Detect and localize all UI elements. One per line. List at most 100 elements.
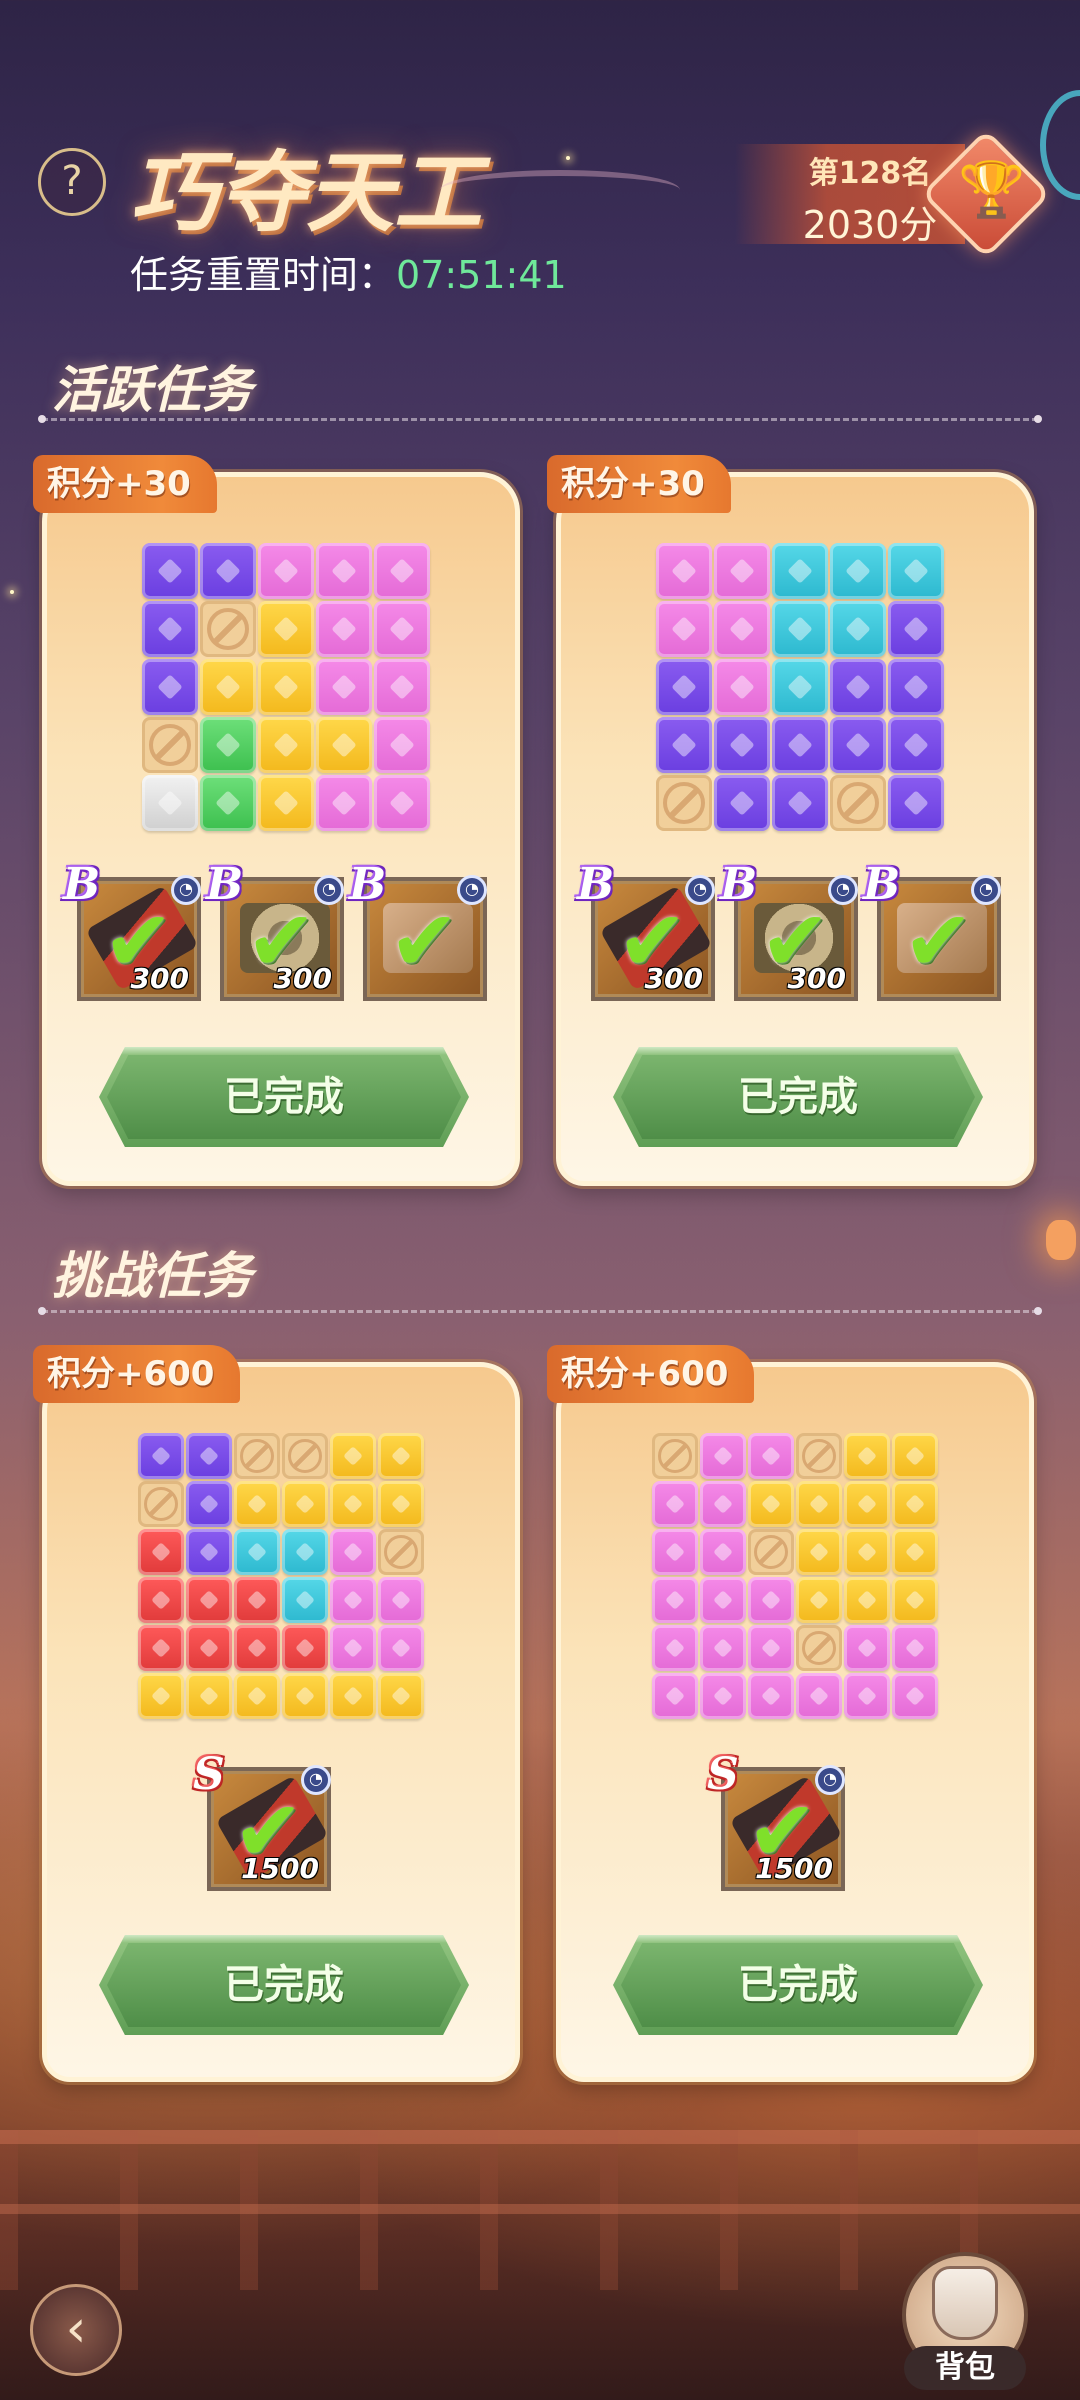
gem-cell-pink [656, 601, 712, 657]
gem-cell-purple [656, 717, 712, 773]
completed-button[interactable]: 已完成 [99, 1047, 469, 1147]
reward-item[interactable]: ✔ 300 ◔ B [577, 859, 715, 1001]
sparkle [10, 590, 14, 594]
back-button[interactable]: ‹ [30, 2284, 122, 2376]
reward-item[interactable]: ✔ 1500 ◔ S [193, 1749, 331, 1891]
reward-item[interactable]: ✔ ◔ B [863, 859, 1001, 1001]
clock-icon: ◔ [457, 875, 487, 905]
grade-badge: B [577, 859, 615, 910]
gem-cell-purple [714, 775, 770, 831]
gem-cell-cyan [772, 659, 828, 715]
gem-cell-pink [700, 1673, 746, 1719]
gem-cell-yellow [844, 1481, 890, 1527]
reward-qty: 300 [644, 962, 703, 995]
gem-cell-purple [656, 659, 712, 715]
sparkle [566, 156, 570, 160]
reward-item[interactable]: ✔ 1500 ◔ S [707, 1749, 845, 1891]
gem-cell-purple [772, 775, 828, 831]
gem-cell-pink [374, 601, 430, 657]
gem-cell-purple [888, 717, 944, 773]
completed-button[interactable]: 已完成 [613, 1047, 983, 1147]
gem-cell-pink [316, 659, 372, 715]
reward-item[interactable]: ✔ 300 ◔ B [720, 859, 858, 1001]
completed-button[interactable]: 已完成 [613, 1935, 983, 2035]
score-badge: 积分+30 [547, 455, 731, 513]
gem-cell-yellow [258, 659, 314, 715]
gem-cell-yellow [844, 1577, 890, 1623]
reward-item[interactable]: ✔ 300 ◔ B [63, 859, 201, 1001]
reward-item[interactable]: ✔ 300 ◔ B [206, 859, 344, 1001]
back-arrow-icon: ‹ [65, 2299, 87, 2359]
title-swoosh [440, 170, 680, 210]
gem-cell-purple [200, 543, 256, 599]
gem-cell-pink [748, 1433, 794, 1479]
gem-cell-pink [330, 1529, 376, 1575]
gem-cell-purple [142, 543, 198, 599]
gem-cell-yellow [892, 1481, 938, 1527]
gem-cell-white [142, 775, 198, 831]
gem-cell-pink [892, 1673, 938, 1719]
gem-cell-yellow [892, 1577, 938, 1623]
gem-cell-pink [330, 1577, 376, 1623]
blocked-cell [282, 1433, 328, 1479]
clock-icon: ◔ [685, 875, 715, 905]
completed-label: 已完成 [107, 1943, 461, 2027]
gem-cell-pink [748, 1625, 794, 1671]
gem-cell-pink [316, 775, 372, 831]
gem-cell-yellow [282, 1673, 328, 1719]
reward-item[interactable]: ✔ ◔ B [349, 859, 487, 1001]
gem-cell-yellow [330, 1481, 376, 1527]
gem-cell-yellow [330, 1433, 376, 1479]
help-button[interactable]: ? [38, 148, 106, 216]
gem-cell-yellow [186, 1673, 232, 1719]
background-railing [0, 2130, 1080, 2290]
gem-cell-pink [378, 1625, 424, 1671]
gem-cell-yellow [282, 1481, 328, 1527]
task-card: 积分+30 ✔ 300 ◔ B ✔ 300 ◔ B ✔ ◔ B 已完成 [33, 455, 520, 1186]
blocked-cell [234, 1433, 280, 1479]
gem-cell-pink [374, 775, 430, 831]
blocked-cell [796, 1433, 842, 1479]
gem-cell-pink [748, 1577, 794, 1623]
grade-badge: B [863, 859, 901, 910]
clock-icon: ◔ [828, 875, 858, 905]
gem-cell-pink [652, 1529, 698, 1575]
gem-cell-purple [186, 1529, 232, 1575]
gem-cell-yellow [258, 717, 314, 773]
reset-timer: 任务重置时间：07:51:41 [130, 244, 567, 299]
gem-cell-purple [888, 775, 944, 831]
blocked-cell [378, 1529, 424, 1575]
gem-cell-yellow [234, 1673, 280, 1719]
question-icon: ? [61, 158, 83, 204]
gem-cell-pink [700, 1433, 746, 1479]
gem-cell-cyan [830, 543, 886, 599]
clock-icon: ◔ [301, 1765, 331, 1795]
side-ring [1040, 90, 1080, 200]
gem-cell-cyan [830, 601, 886, 657]
clock-icon: ◔ [171, 875, 201, 905]
gem-cell-pink [374, 717, 430, 773]
score-badge: 积分+30 [33, 455, 217, 513]
puzzle-grid [656, 543, 944, 831]
reward-qty: 300 [273, 962, 332, 995]
gem-cell-pink [652, 1625, 698, 1671]
bag-label[interactable]: 背包 [904, 2346, 1026, 2390]
gem-cell-purple [138, 1433, 184, 1479]
reset-label: 任务重置时间： [130, 253, 397, 297]
gem-cell-pink [700, 1577, 746, 1623]
completed-label: 已完成 [621, 1943, 975, 2027]
task-card: 积分+600 ✔ 1500 ◔ S 已完成 [547, 1345, 1034, 2082]
gem-cell-green [200, 717, 256, 773]
blocked-cell [830, 775, 886, 831]
gem-cell-green [200, 775, 256, 831]
gem-cell-pink [700, 1529, 746, 1575]
reward-qty: 300 [787, 962, 846, 995]
completed-button[interactable]: 已完成 [99, 1935, 469, 2035]
gem-cell-yellow [378, 1433, 424, 1479]
gem-cell-pink [330, 1625, 376, 1671]
trophy-icon: 🏆 [958, 158, 1026, 221]
puzzle-grid [142, 543, 430, 831]
gem-cell-purple [186, 1481, 232, 1527]
blocked-cell [748, 1529, 794, 1575]
clock-icon: ◔ [971, 875, 1001, 905]
